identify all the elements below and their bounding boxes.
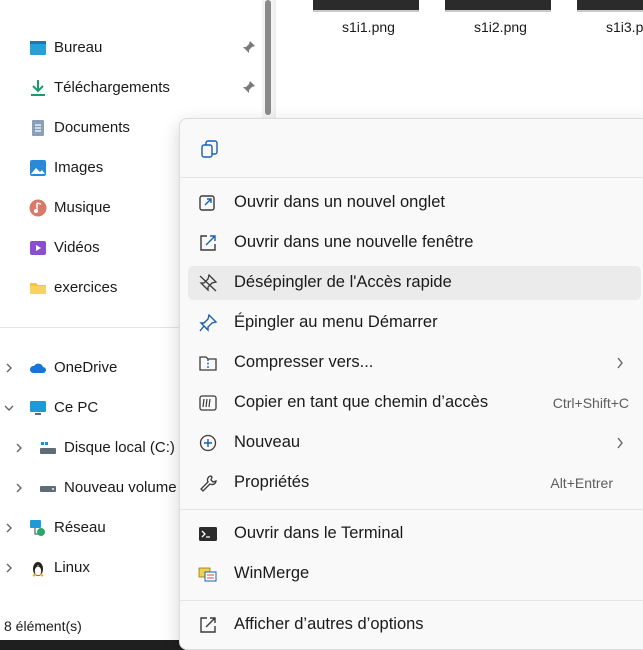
menu-item-new[interactable]: Nouveau	[188, 426, 641, 460]
unpin-icon	[199, 274, 218, 292]
monitor-icon	[30, 401, 46, 415]
menu-item-pin-start[interactable]: Épingler au menu Démarrer	[188, 306, 641, 340]
zip-folder-icon	[199, 356, 217, 371]
video-icon	[30, 241, 46, 255]
menu-item-label: Copier en tant que chemin d’accès	[234, 393, 489, 411]
wrench-icon	[200, 475, 217, 492]
linux-icon	[32, 562, 44, 577]
nav-scrollbar-thumb[interactable]	[265, 0, 271, 115]
file-name[interactable]: s1i1.png	[342, 19, 395, 35]
download-icon	[31, 80, 45, 96]
menu-item-label: Ouvrir dans un nouvel onglet	[234, 193, 445, 211]
chevron-down-icon[interactable]	[4, 401, 14, 415]
nav-item-label: Documents	[54, 119, 130, 136]
chevron-right-icon	[617, 437, 623, 449]
file-thumbnail[interactable]	[313, 0, 419, 12]
menu-item-properties[interactable]: Propriétés Alt+Entrer	[188, 466, 641, 500]
menu-item-compress[interactable]: Compresser vers...	[188, 346, 641, 380]
plus-circle-icon	[199, 434, 217, 452]
pin-icon[interactable]	[242, 80, 256, 94]
status-item-count: 8 élément(s)	[4, 618, 82, 634]
nav-item-bureau[interactable]: Bureau	[0, 30, 262, 66]
menu-separator	[180, 509, 643, 510]
nav-item-label: Musique	[54, 199, 111, 216]
network-icon	[30, 520, 45, 536]
menu-item-label: Désépingler de l'Accès rapide	[234, 273, 452, 291]
tree-item-label: Linux	[54, 559, 90, 576]
more-options-icon	[200, 617, 216, 633]
pin-icon[interactable]	[242, 40, 256, 54]
nav-item-label: exercices	[54, 279, 118, 296]
drive-icon	[40, 486, 56, 492]
image-icon	[30, 160, 46, 176]
menu-item-label: Afficher d’autres d’options	[234, 615, 424, 633]
menu-item-label: Ouvrir dans le Terminal	[234, 524, 404, 542]
tree-item-label: Ce PC	[54, 399, 99, 416]
winmerge-icon	[198, 567, 217, 582]
music-icon	[29, 199, 47, 217]
tree-item-label: Réseau	[54, 519, 106, 536]
copy-path-icon	[199, 395, 217, 411]
menu-item-open-terminal[interactable]: Ouvrir dans le Terminal	[188, 517, 641, 551]
chevron-right-icon[interactable]	[14, 481, 24, 495]
tree-item-label: OneDrive	[54, 359, 118, 376]
document-icon	[32, 120, 44, 136]
menu-item-more-options[interactable]: Afficher d’autres d’options	[188, 608, 641, 642]
drive-icon	[40, 442, 56, 454]
nav-item-label: Téléchargements	[54, 79, 170, 96]
chevron-right-icon	[617, 357, 623, 369]
desktop-icon	[30, 41, 46, 55]
menu-item-label: Compresser vers...	[234, 353, 374, 371]
menu-item-shortcut: Alt+Entrer	[550, 475, 613, 491]
menu-item-shortcut: Ctrl+Shift+C	[552, 395, 629, 411]
nav-item-label: Bureau	[54, 39, 103, 56]
menu-item-label: Nouveau	[234, 433, 301, 451]
menu-item-unpin-quick-access[interactable]: Désépingler de l'Accès rapide	[188, 266, 641, 300]
menu-separator	[180, 600, 643, 601]
menu-item-winmerge[interactable]: WinMerge	[188, 557, 641, 591]
menu-item-open-new-window[interactable]: Ouvrir dans une nouvelle fenêtre	[188, 226, 641, 260]
menu-item-label: Propriétés	[234, 473, 310, 491]
menu-item-label: Ouvrir dans une nouvelle fenêtre	[234, 233, 474, 251]
file-thumbnail[interactable]	[577, 0, 643, 12]
chevron-right-icon[interactable]	[4, 561, 14, 575]
folder-icon	[30, 283, 46, 294]
menu-separator	[180, 177, 643, 178]
tree-item-label: Disque local (C:)	[64, 439, 175, 456]
open-window-icon	[200, 235, 216, 251]
menu-item-label: WinMerge	[234, 564, 310, 582]
menu-item-open-new-tab[interactable]: Ouvrir dans un nouvel onglet	[188, 186, 641, 220]
terminal-icon	[199, 527, 217, 541]
file-name[interactable]: s1i3.p	[606, 19, 643, 35]
nav-item-label: Images	[54, 159, 104, 176]
open-tab-icon	[199, 195, 215, 211]
chevron-right-icon[interactable]	[14, 441, 24, 455]
chevron-right-icon[interactable]	[4, 361, 14, 375]
file-name[interactable]: s1i2.png	[474, 19, 527, 35]
file-thumbnail[interactable]	[445, 0, 551, 12]
nav-item-label: Vidéos	[54, 239, 100, 256]
tree-item-label: Nouveau volume	[64, 479, 177, 496]
copy-icon[interactable]	[200, 139, 220, 159]
context-menu: Ouvrir dans un nouvel onglet Ouvrir dans…	[179, 118, 643, 650]
chevron-right-icon[interactable]	[4, 521, 14, 535]
cloud-icon	[29, 363, 46, 373]
menu-item-copy-path[interactable]: Copier en tant que chemin d’accès Ctrl+S…	[188, 386, 641, 420]
pin-icon	[199, 314, 218, 332]
nav-item-telechargements[interactable]: Téléchargements	[0, 70, 262, 106]
menu-item-label: Épingler au menu Démarrer	[234, 313, 438, 331]
